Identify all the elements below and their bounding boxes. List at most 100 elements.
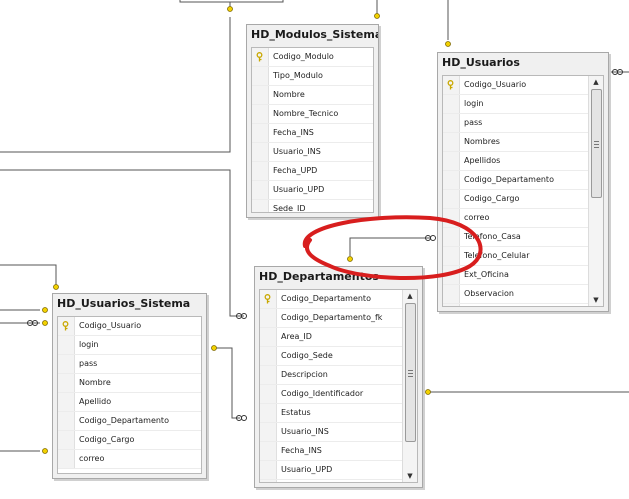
row-selector[interactable] xyxy=(443,133,460,151)
table-title[interactable]: HD_Modulos_Sistema xyxy=(247,25,378,45)
column-row[interactable]: Codigo_Usuario xyxy=(58,317,201,336)
column-row[interactable]: Codigo_Sede xyxy=(260,347,403,366)
scroll-up-icon[interactable]: ▲ xyxy=(403,290,417,302)
column-row[interactable]: Codigo_Departamento xyxy=(58,412,201,431)
row-selector[interactable] xyxy=(443,190,460,208)
row-selector[interactable] xyxy=(443,76,460,94)
scroll-up-icon[interactable]: ▲ xyxy=(589,76,603,88)
column-name: Sede_ID xyxy=(273,204,306,213)
column-row[interactable]: Codigo_Identificador xyxy=(260,385,403,404)
column-row[interactable]: Tipo_Modulo xyxy=(252,67,373,86)
scroll-down-icon[interactable]: ▼ xyxy=(403,470,417,482)
row-selector[interactable] xyxy=(58,393,75,411)
column-row[interactable]: Ext_Oficina xyxy=(443,266,589,285)
column-row[interactable]: Nombre xyxy=(58,374,201,393)
column-row[interactable]: Dir_Pais xyxy=(443,304,589,306)
column-row[interactable]: Usuario_UPD xyxy=(260,461,403,480)
row-selector[interactable] xyxy=(58,431,75,449)
column-row[interactable]: Telefono_Celular xyxy=(443,247,589,266)
row-selector[interactable] xyxy=(443,285,460,303)
row-selector[interactable] xyxy=(58,355,75,373)
column-row[interactable]: Descripcion xyxy=(260,366,403,385)
row-selector[interactable] xyxy=(252,200,269,212)
column-row[interactable]: Fecha_INS xyxy=(252,124,373,143)
vertical-scrollbar[interactable]: ▲ ▼ xyxy=(402,290,417,482)
row-selector[interactable] xyxy=(443,95,460,113)
column-row[interactable]: Fecha_UPD xyxy=(252,162,373,181)
column-row[interactable]: Usuario_UPD xyxy=(252,181,373,200)
column-row[interactable]: Fecha_UPD xyxy=(260,480,403,482)
row-selector[interactable] xyxy=(443,152,460,170)
row-selector[interactable] xyxy=(443,228,460,246)
scroll-thumb[interactable] xyxy=(591,89,602,198)
row-selector[interactable] xyxy=(252,124,269,142)
column-name: login xyxy=(464,99,484,108)
row-selector[interactable] xyxy=(252,143,269,161)
scroll-down-icon[interactable]: ▼ xyxy=(589,294,603,306)
column-row[interactable]: Codigo_Cargo xyxy=(58,431,201,450)
column-row[interactable]: Area_ID xyxy=(260,328,403,347)
vertical-scrollbar[interactable]: ▲ ▼ xyxy=(588,76,603,306)
row-selector[interactable] xyxy=(443,247,460,265)
row-selector[interactable] xyxy=(58,317,75,335)
table-hd-usuarios[interactable]: HD_Usuarios Codigo_Usuariologin pass Nombr… xyxy=(437,52,609,312)
table-hd-modulos-sistema[interactable]: HD_Modulos_Sistema Codigo_Modulo Tipo_Mod… xyxy=(246,24,379,218)
row-selector[interactable] xyxy=(260,461,277,479)
scroll-thumb[interactable] xyxy=(405,303,416,442)
row-selector[interactable] xyxy=(252,162,269,180)
table-title[interactable]: HD_Usuarios_Sistema xyxy=(53,294,206,314)
row-selector[interactable] xyxy=(443,114,460,132)
column-row[interactable]: correo xyxy=(58,450,201,469)
row-selector[interactable] xyxy=(58,374,75,392)
row-selector[interactable] xyxy=(58,412,75,430)
row-selector[interactable] xyxy=(260,366,277,384)
column-row[interactable]: Apellidos xyxy=(443,152,589,171)
column-row[interactable]: Observacion xyxy=(443,285,589,304)
column-row[interactable]: Apellido xyxy=(58,393,201,412)
row-selector[interactable] xyxy=(260,328,277,346)
column-row[interactable]: Usuario_INS xyxy=(260,423,403,442)
column-row[interactable]: Codigo_Cargo xyxy=(443,190,589,209)
row-selector[interactable] xyxy=(260,309,277,327)
row-selector[interactable] xyxy=(260,442,277,460)
column-row[interactable]: pass xyxy=(58,355,201,374)
column-row[interactable]: Nombres xyxy=(443,133,589,152)
column-row[interactable]: Usuario_INS xyxy=(252,143,373,162)
column-row[interactable]: correo xyxy=(443,209,589,228)
row-selector[interactable] xyxy=(260,404,277,422)
row-selector[interactable] xyxy=(260,423,277,441)
column-row[interactable]: Nombre xyxy=(252,86,373,105)
column-row[interactable]: Nombre_Tecnico xyxy=(252,105,373,124)
column-row[interactable]: Codigo_Departamento xyxy=(443,171,589,190)
row-selector[interactable] xyxy=(58,336,75,354)
row-selector[interactable] xyxy=(252,67,269,85)
table-title[interactable]: HD_Departamentos xyxy=(255,267,422,287)
row-selector[interactable] xyxy=(252,105,269,123)
row-selector[interactable] xyxy=(252,181,269,199)
table-hd-departamentos[interactable]: HD_Departamentos Codigo_Departamento Codi… xyxy=(254,266,423,488)
row-selector[interactable] xyxy=(260,480,277,482)
row-selector[interactable] xyxy=(260,290,277,308)
row-selector[interactable] xyxy=(260,347,277,365)
column-row[interactable]: Codigo_Modulo xyxy=(252,48,373,67)
row-selector[interactable] xyxy=(252,48,269,66)
row-selector[interactable] xyxy=(443,304,460,306)
column-row[interactable]: pass xyxy=(443,114,589,133)
column-row[interactable]: Sede_ID xyxy=(252,200,373,213)
row-selector[interactable] xyxy=(443,209,460,227)
table-title[interactable]: HD_Usuarios xyxy=(438,53,608,73)
row-selector[interactable] xyxy=(58,450,75,468)
column-row[interactable]: Codigo_Usuario xyxy=(443,76,589,95)
row-selector[interactable] xyxy=(443,266,460,284)
column-row[interactable]: login xyxy=(58,336,201,355)
column-row[interactable]: Estatus xyxy=(260,404,403,423)
column-row[interactable]: Telefono_Casa xyxy=(443,228,589,247)
column-row[interactable]: Codigo_Departamento_fk xyxy=(260,309,403,328)
column-row[interactable]: Codigo_Departamento xyxy=(260,290,403,309)
row-selector[interactable] xyxy=(443,171,460,189)
column-row[interactable]: Fecha_INS xyxy=(260,442,403,461)
row-selector[interactable] xyxy=(260,385,277,403)
row-selector[interactable] xyxy=(252,86,269,104)
column-row[interactable]: login xyxy=(443,95,589,114)
table-hd-usuarios-sistema[interactable]: HD_Usuarios_Sistema Codigo_Usuario login p… xyxy=(52,293,207,479)
